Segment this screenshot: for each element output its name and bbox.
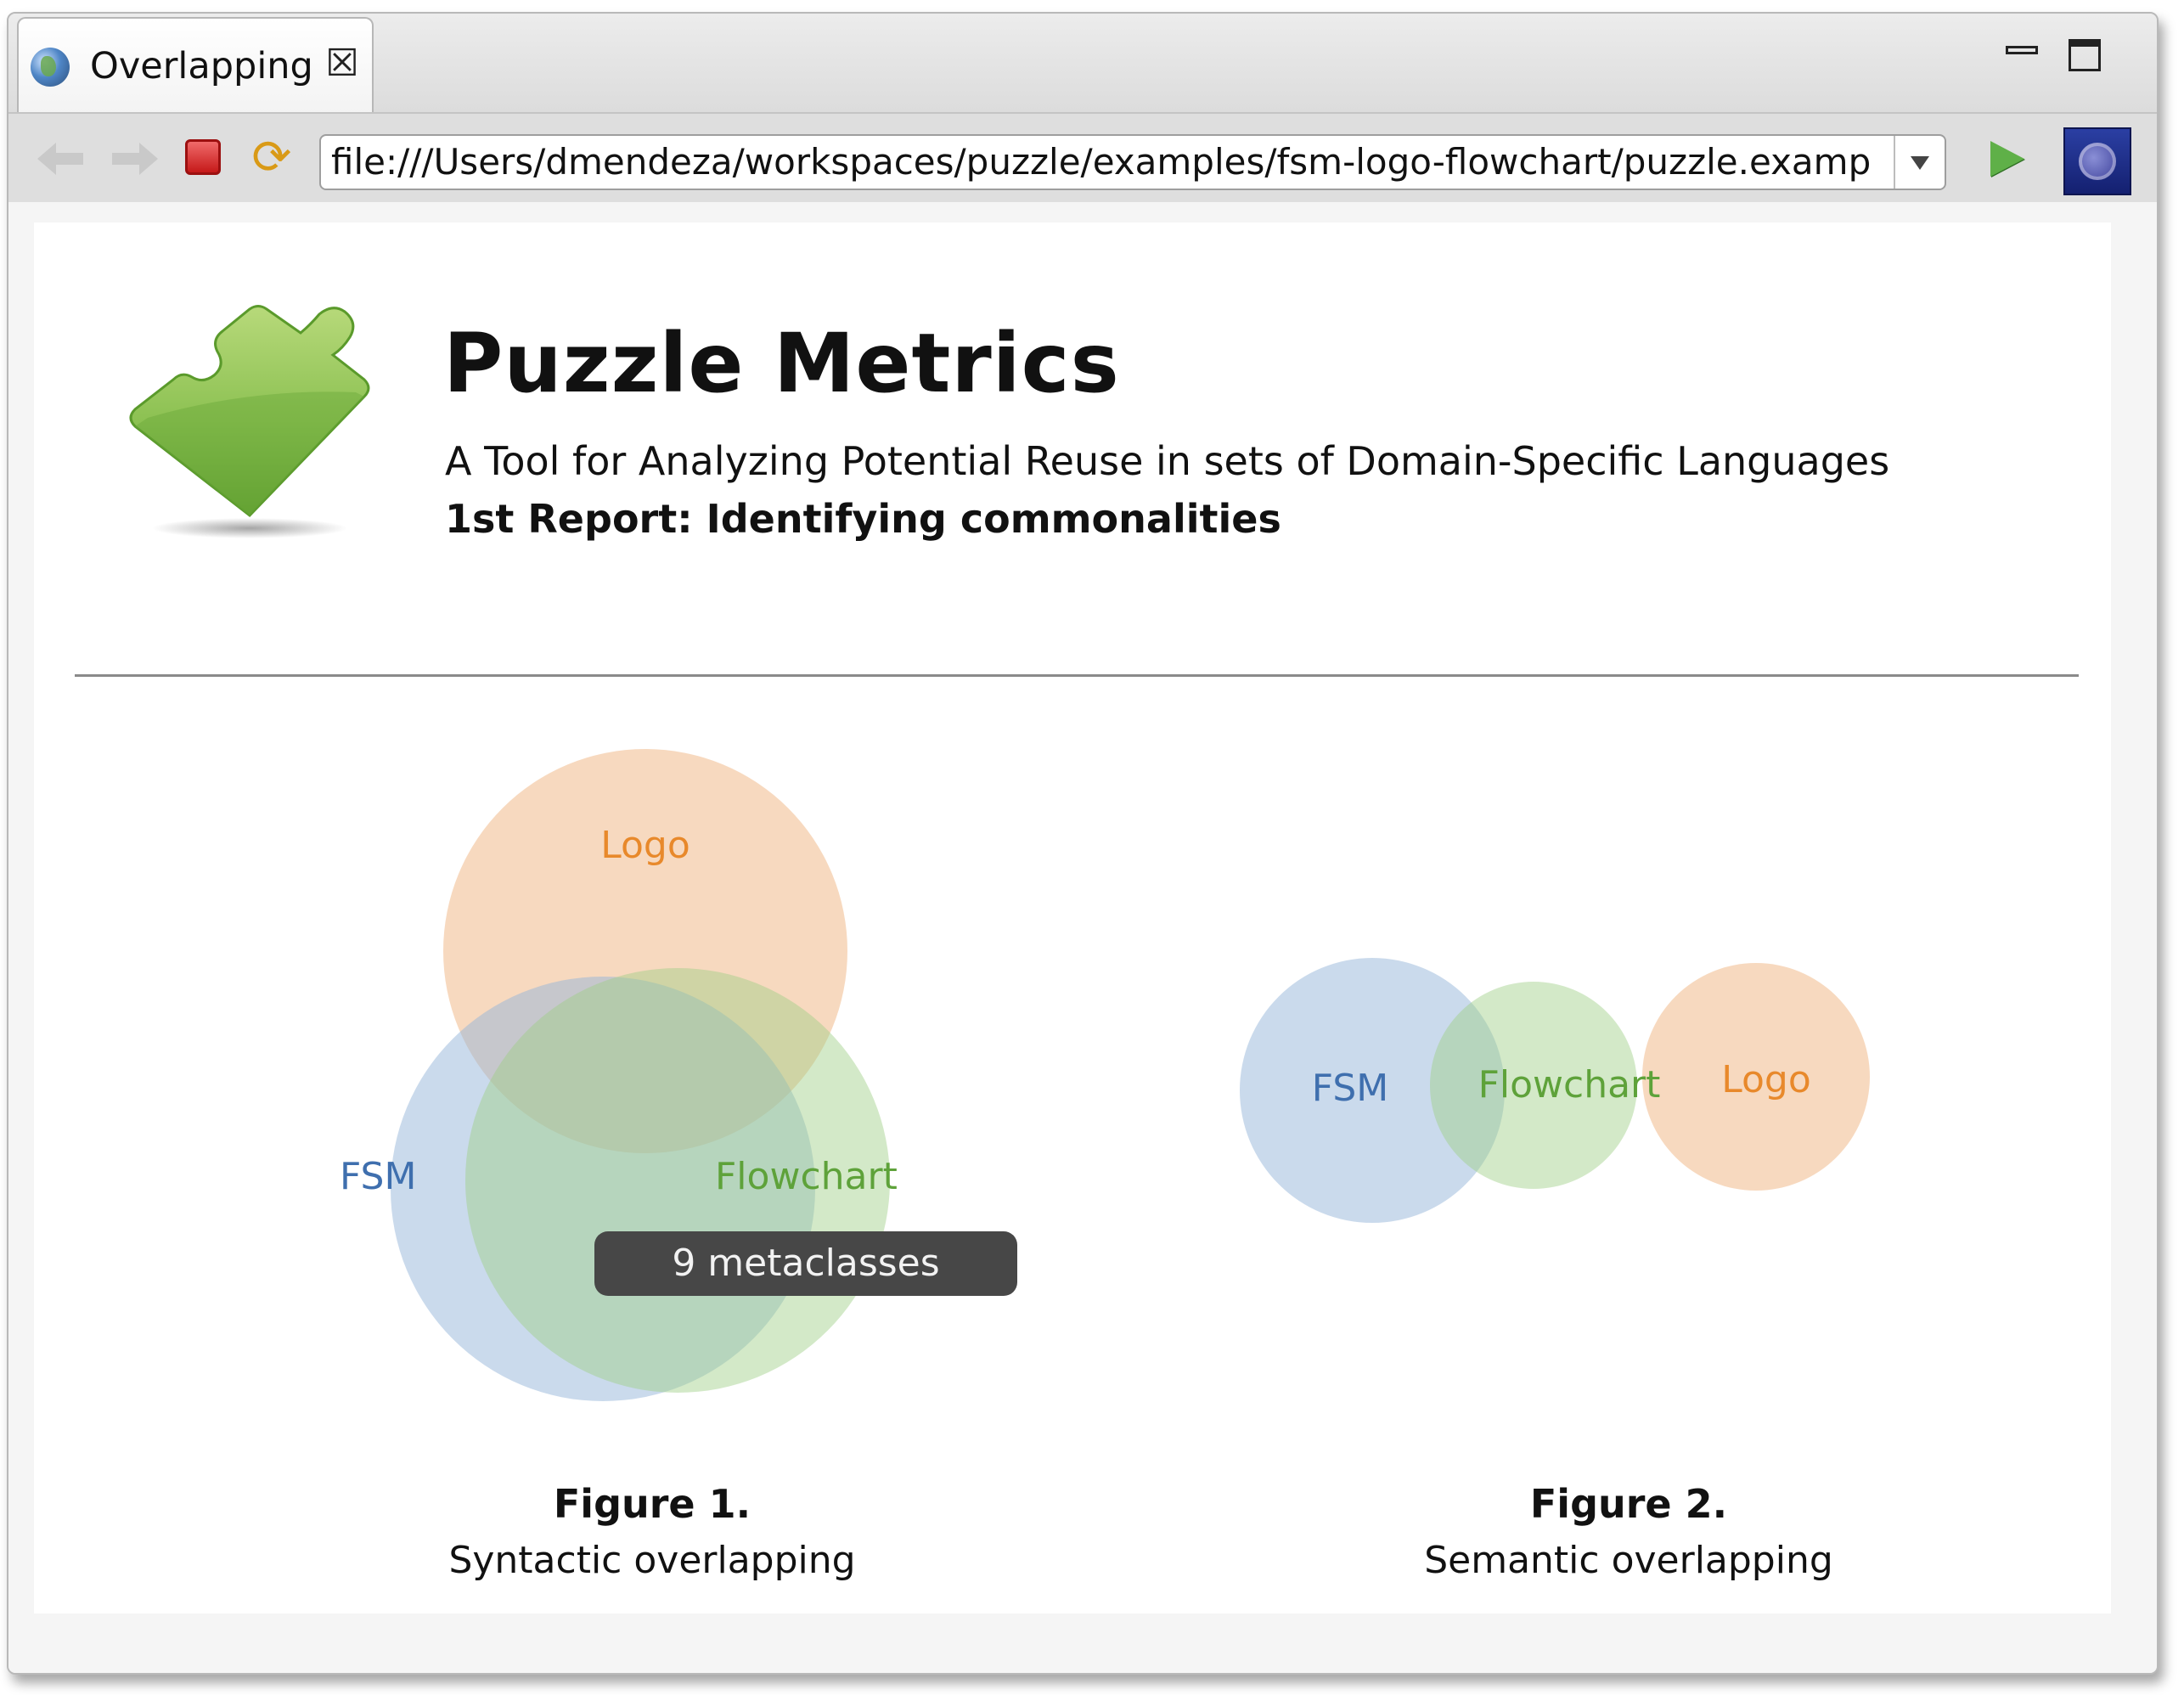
venn-diagram-syntactic: Logo FSM Flowchart xyxy=(340,749,898,1401)
globe-icon xyxy=(31,48,70,87)
address-bar[interactable]: file:///Users/dmendeza/workspaces/puzzle… xyxy=(319,134,1946,190)
figure-2-title: Figure 2. xyxy=(1529,1481,1728,1527)
venn-label-logo: Logo xyxy=(600,824,690,867)
back-arrow-icon[interactable] xyxy=(37,132,88,183)
figure-1-title: Figure 1. xyxy=(553,1481,751,1527)
address-dropdown-button[interactable] xyxy=(1894,136,1945,189)
divider xyxy=(75,674,2079,677)
minimize-button[interactable] xyxy=(2004,36,2041,73)
figure-1-caption: Syntactic overlapping xyxy=(448,1539,856,1582)
venn-label-flowchart: Flowchart xyxy=(715,1155,898,1198)
address-url[interactable]: file:///Users/dmendeza/workspaces/puzzle… xyxy=(331,136,1892,189)
venn-label-fsm: FSM xyxy=(340,1155,416,1198)
venn-diagram-semantic: FSM Flowchart Logo xyxy=(1240,958,1870,1223)
tab-strip: Overlapping ☒ xyxy=(8,14,2157,114)
puzzle-logo-icon xyxy=(129,305,370,538)
report-page: Puzzle Metrics A Tool for Analyzing Pote… xyxy=(34,222,2111,1613)
page-title: Puzzle Metrics xyxy=(443,316,1120,411)
report-heading: 1st Report: Identifying commonalities xyxy=(445,496,1281,542)
figure-2-caption: Semantic overlapping xyxy=(1424,1539,1833,1582)
eclipse-icon[interactable] xyxy=(2063,127,2131,195)
forward-arrow-icon[interactable] xyxy=(107,132,158,183)
page-subtitle: A Tool for Analyzing Potential Reuse in … xyxy=(445,438,1890,484)
figure-2: FSM Flowchart Logo Figure 2. Semantic ov… xyxy=(1223,749,1987,1632)
browser-toolbar: ⟳ file:///Users/dmendeza/workspaces/puzz… xyxy=(8,112,2157,202)
tab-title: Overlapping xyxy=(90,45,313,87)
stop-button[interactable] xyxy=(178,132,229,183)
venn-label-logo: Logo xyxy=(1721,1058,1811,1101)
tooltip-metaclasses: 9 metaclasses xyxy=(594,1231,1017,1296)
go-button[interactable] xyxy=(1980,132,2031,183)
figure-1: Logo FSM Flowchart 9 metaclasses Figure … xyxy=(340,749,1104,1632)
refresh-icon[interactable]: ⟳ xyxy=(246,132,297,183)
venn-label-flowchart: Flowchart xyxy=(1478,1063,1661,1107)
tab-overlapping[interactable]: Overlapping ☒ xyxy=(17,17,374,114)
venn-label-fsm: FSM xyxy=(1312,1067,1388,1110)
maximize-button[interactable] xyxy=(2067,36,2104,73)
close-icon[interactable]: ☒ xyxy=(323,41,362,87)
